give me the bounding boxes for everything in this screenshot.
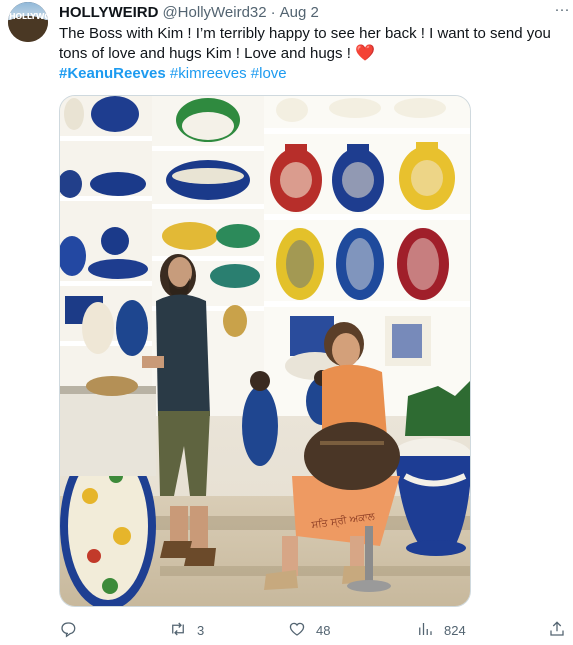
display-name[interactable]: HOLLYWEIRD bbox=[59, 4, 158, 21]
share-icon bbox=[548, 620, 566, 641]
counter bbox=[60, 386, 156, 476]
retweet-count: 3 bbox=[197, 622, 205, 638]
tweet-body: The Boss with Kim ! I’m terribly happy t… bbox=[59, 25, 551, 62]
tweet-text: The Boss with Kim ! I’m terribly happy t… bbox=[59, 24, 567, 64]
reply-icon bbox=[59, 620, 77, 641]
hashtag-keanureeves[interactable]: #KeanuReeves bbox=[59, 65, 166, 82]
retweet-icon bbox=[169, 620, 187, 641]
hashtags: #KeanuReeves #kimreeves #love bbox=[59, 64, 287, 84]
reply-button[interactable] bbox=[59, 618, 87, 642]
left-shelf bbox=[60, 96, 152, 406]
heart-icon bbox=[288, 620, 306, 641]
tweet: HOLLYWO HOLLYWEIRD @HollyWeird32 · Aug 2… bbox=[0, 0, 573, 645]
views-button[interactable]: 824 bbox=[416, 618, 466, 642]
share-button[interactable] bbox=[548, 618, 566, 642]
retweet-button[interactable]: 3 bbox=[169, 618, 204, 642]
like-count: 48 bbox=[316, 622, 331, 638]
hashtag-kimreeves[interactable]: #kimreeves bbox=[170, 65, 247, 82]
heart-emoji-icon: ❤️ bbox=[355, 45, 375, 62]
statue-figure bbox=[242, 386, 278, 466]
avatar[interactable]: HOLLYWO bbox=[8, 2, 48, 42]
tweet-date[interactable]: Aug 2 bbox=[280, 4, 319, 21]
views-count: 824 bbox=[444, 622, 466, 638]
like-button[interactable]: 48 bbox=[288, 618, 330, 642]
tweet-header: HOLLYWEIRD @HollyWeird32 · Aug 2 bbox=[59, 2, 319, 22]
avatar-sign-text: HOLLYWO bbox=[9, 12, 48, 21]
views-icon bbox=[416, 620, 434, 641]
tweet-actions: 3 48 824 bbox=[59, 618, 569, 642]
user-handle[interactable]: @HollyWeird32 bbox=[162, 4, 266, 21]
tweet-photo[interactable]: ਸਤਿ ਸ੍ਰੀ ਅਕਾਲ bbox=[59, 95, 471, 607]
hashtag-love[interactable]: #love bbox=[251, 65, 287, 82]
more-options-icon[interactable]: ··· bbox=[552, 2, 572, 20]
separator: · bbox=[270, 3, 276, 21]
